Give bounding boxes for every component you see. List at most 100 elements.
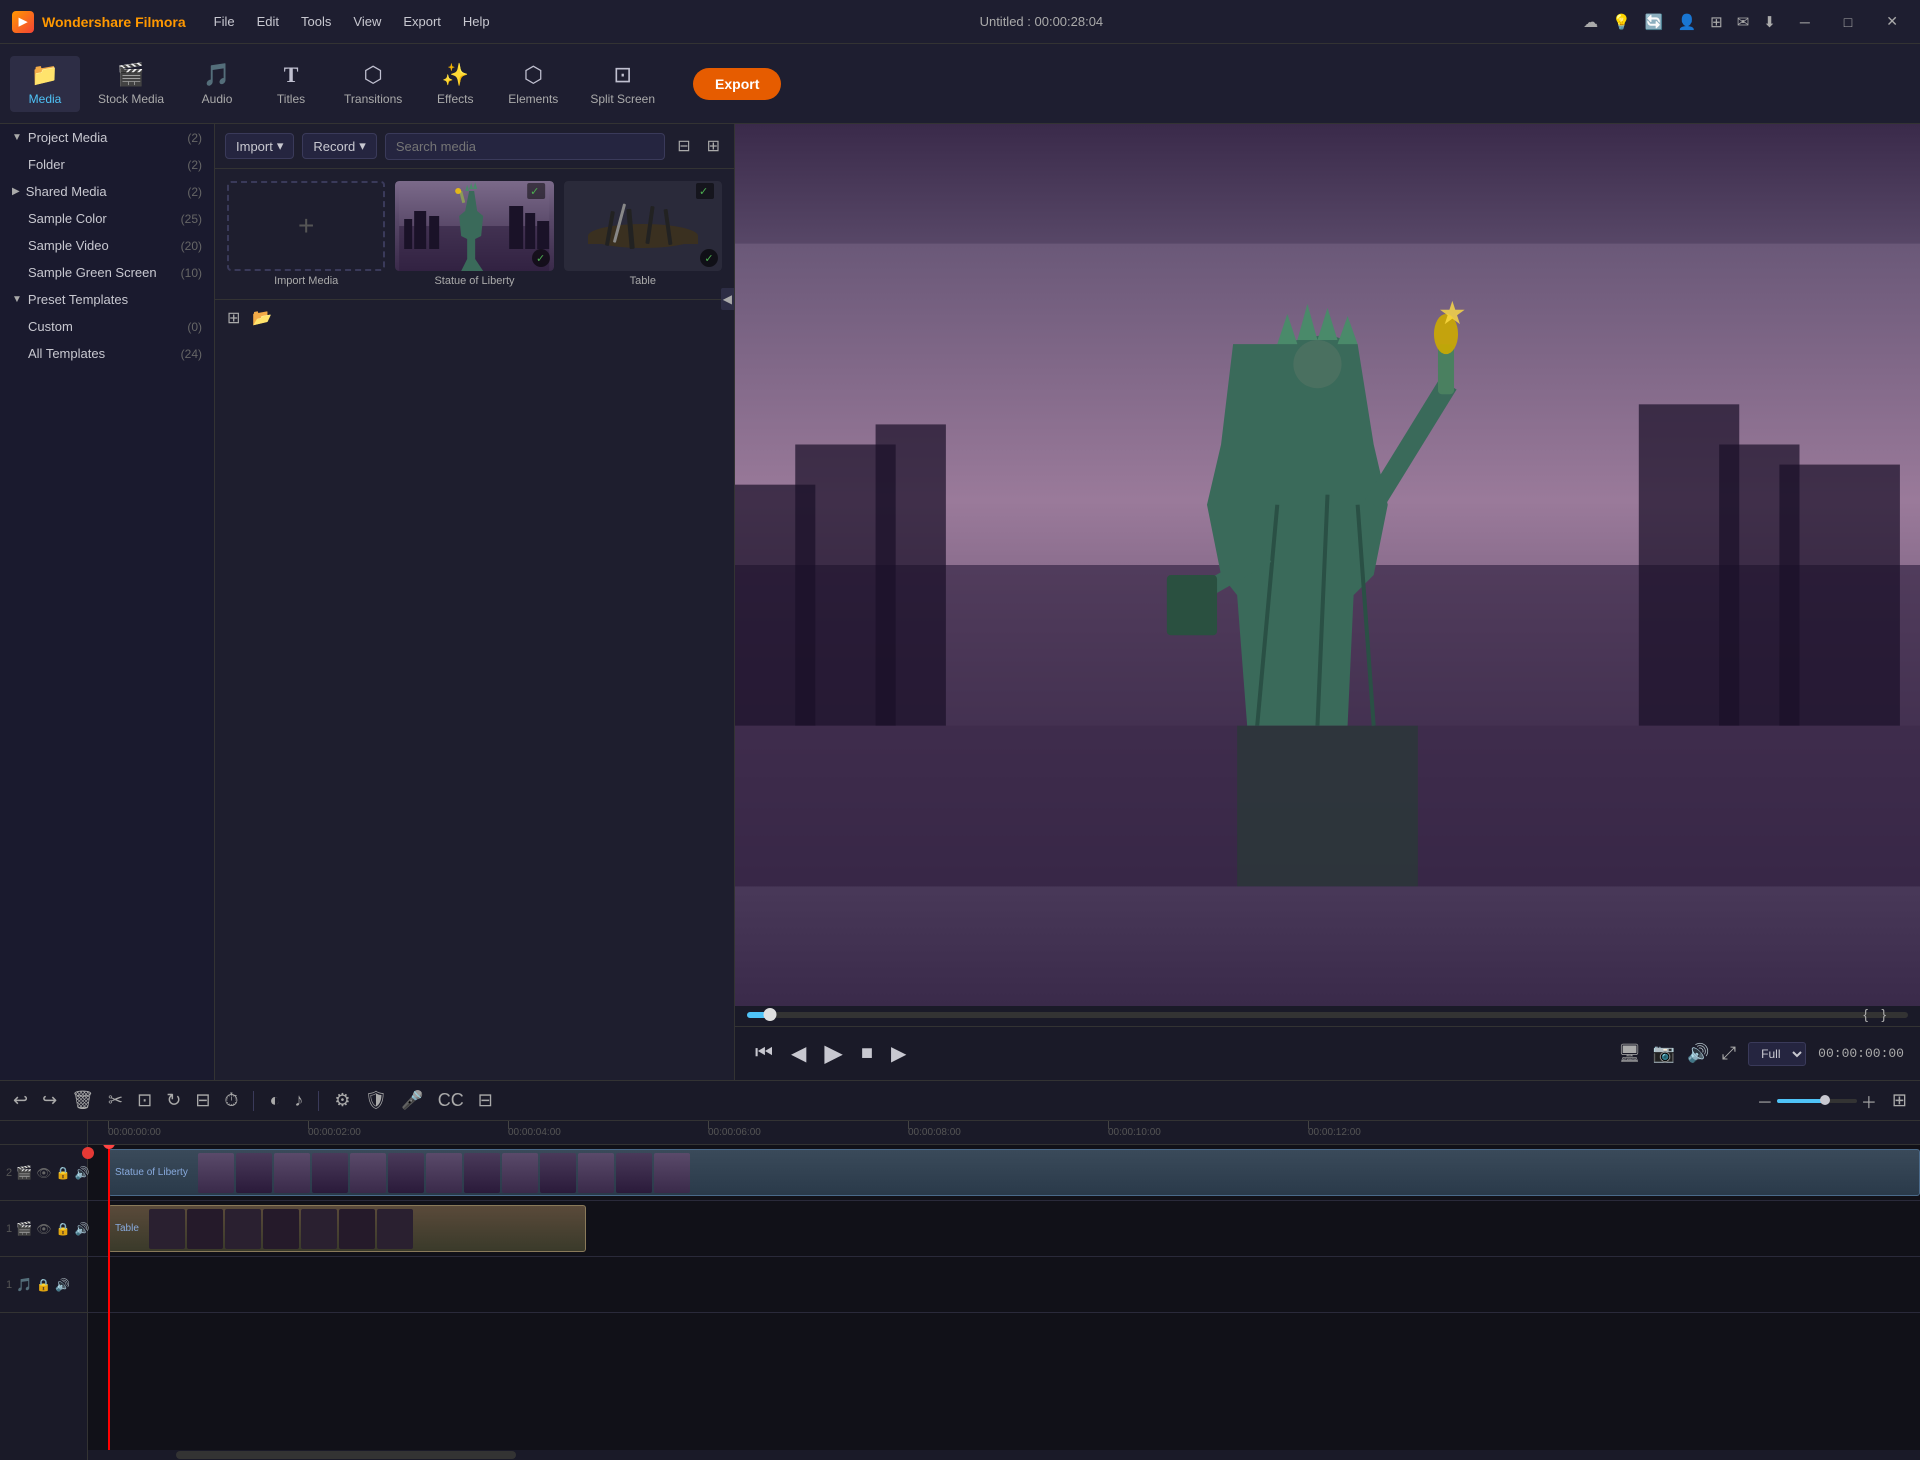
- in-marker-icon[interactable]: {: [1863, 1006, 1868, 1022]
- close-button[interactable]: ✕: [1876, 11, 1908, 32]
- sync-icon[interactable]: 🔄: [1645, 13, 1664, 31]
- step-forward-button[interactable]: ▶: [887, 1037, 910, 1070]
- zoom-out-icon[interactable]: －: [1757, 1089, 1773, 1113]
- tree-custom[interactable]: Custom (0): [0, 313, 214, 340]
- media-panel: Import ▾ Record ▾ ⊟ ⊞ + Import Media: [215, 124, 735, 1080]
- toolbar-transitions[interactable]: ⬡ Transitions: [330, 56, 416, 112]
- zoom-thumb[interactable]: [1820, 1095, 1830, 1105]
- tree-project-media[interactable]: ▼ Project Media (2): [0, 124, 214, 151]
- statue-of-liberty-thumb[interactable]: ✓ ✓: [395, 181, 553, 271]
- video-track-1-icon: 🎬: [16, 1221, 32, 1237]
- filter-icon[interactable]: ⊟: [673, 132, 694, 160]
- lock-track-2-icon[interactable]: 👁: [36, 1166, 51, 1180]
- captions-button[interactable]: CC: [435, 1087, 467, 1114]
- screen-icon[interactable]: 🖥: [1618, 1043, 1641, 1064]
- quality-select[interactable]: Full 1/2 1/4: [1748, 1042, 1806, 1066]
- scroll-thumb[interactable]: [176, 1451, 516, 1459]
- record-dropdown[interactable]: Record ▾: [302, 133, 376, 159]
- export-button[interactable]: Export: [693, 68, 781, 100]
- track-clip-statue[interactable]: Statue of Liberty: [108, 1149, 1920, 1196]
- playhead[interactable]: [108, 1145, 110, 1450]
- menu-help[interactable]: Help: [453, 10, 500, 33]
- minimize-button[interactable]: ─: [1790, 12, 1820, 32]
- stop-button[interactable]: ■: [857, 1038, 877, 1069]
- toolbar-audio[interactable]: 🎵 Audio: [182, 56, 252, 112]
- play-button[interactable]: ▶: [820, 1035, 846, 1072]
- grid-view-icon[interactable]: ⊞: [703, 132, 724, 160]
- scrubber-thumb[interactable]: [764, 1008, 777, 1021]
- import-media-button[interactable]: +: [227, 181, 385, 271]
- search-media-input[interactable]: [385, 133, 665, 160]
- mute-audio-1-icon[interactable]: 🔊: [55, 1278, 70, 1292]
- volume-icon[interactable]: 🔊: [1687, 1043, 1709, 1064]
- menu-view[interactable]: View: [343, 10, 391, 33]
- user-icon[interactable]: 👤: [1677, 13, 1696, 31]
- tree-sample-green-screen[interactable]: Sample Green Screen (10): [0, 259, 214, 286]
- app-name: Wondershare Filmora: [42, 14, 186, 30]
- tree-folder[interactable]: Folder (2): [0, 151, 214, 178]
- download-icon[interactable]: ⬇: [1763, 13, 1776, 31]
- silence-button[interactable]: ⊟: [475, 1087, 496, 1114]
- toolbar-split-screen[interactable]: ⊡ Split Screen: [576, 56, 669, 112]
- track-clip-table[interactable]: Table: [108, 1205, 586, 1252]
- delete-button[interactable]: 🗑: [68, 1087, 97, 1114]
- maximize-button[interactable]: □: [1834, 12, 1862, 32]
- tree-preset-templates[interactable]: ▼ Preset Templates: [0, 286, 214, 313]
- redo-button[interactable]: ↪: [39, 1087, 60, 1114]
- toolbar-effects[interactable]: ✨ Effects: [420, 56, 490, 112]
- scrubber-track[interactable]: { }: [747, 1012, 1908, 1018]
- import-dropdown[interactable]: Import ▾: [225, 133, 294, 159]
- ruler-mark-1: 00:00:02:00: [308, 1121, 361, 1144]
- menu-edit[interactable]: Edit: [247, 10, 289, 33]
- toolbar-stock-media[interactable]: 🎬 Stock Media: [84, 56, 178, 112]
- add-to-timeline-icon[interactable]: ⊞: [227, 308, 240, 328]
- rotate-button[interactable]: ↻: [163, 1087, 184, 1114]
- grid-icon[interactable]: ⊞: [1710, 13, 1723, 31]
- cut-button[interactable]: ✂: [105, 1087, 126, 1114]
- audio-toolbar-icon: 🎵: [203, 62, 230, 88]
- cloud-icon[interactable]: ☁: [1583, 13, 1598, 31]
- collapse-panel-button[interactable]: ◀: [721, 288, 734, 310]
- mail-icon[interactable]: ✉: [1737, 13, 1750, 31]
- toolbar-media[interactable]: 📁 Media: [10, 56, 80, 112]
- menu-tools[interactable]: Tools: [291, 10, 341, 33]
- color-button[interactable]: ◐: [266, 1087, 283, 1114]
- elements-icon: ⬡: [524, 62, 543, 88]
- bulb-icon[interactable]: 💡: [1612, 13, 1631, 31]
- lock-track-1-icon[interactable]: 👁: [36, 1222, 51, 1236]
- zoom-slider[interactable]: [1777, 1099, 1857, 1103]
- crop-button[interactable]: ⊡: [134, 1087, 155, 1114]
- snapshot-icon[interactable]: 📷: [1653, 1043, 1675, 1064]
- frame-9: [502, 1153, 538, 1193]
- stock-media-label: Stock Media: [98, 92, 164, 106]
- tree-sample-video[interactable]: Sample Video (20): [0, 232, 214, 259]
- audio-button[interactable]: ♪: [291, 1087, 306, 1114]
- eye-track-2-icon[interactable]: 🔒: [56, 1166, 71, 1180]
- eye-track-1-icon[interactable]: 🔒: [56, 1222, 71, 1236]
- fit-timeline-button[interactable]: ⊞: [1889, 1087, 1910, 1114]
- zoom-in-icon[interactable]: ＋: [1861, 1089, 1877, 1113]
- tree-shared-media[interactable]: ▶ Shared Media (2): [0, 178, 214, 205]
- fullscreen-icon[interactable]: ⤢: [1722, 1043, 1736, 1064]
- create-folder-icon[interactable]: 📂: [252, 308, 272, 328]
- rewind-button[interactable]: ⏮: [751, 1038, 777, 1069]
- toolbar-elements[interactable]: ⬡ Elements: [494, 56, 572, 112]
- menu-file[interactable]: File: [204, 10, 245, 33]
- settings-button[interactable]: ⚙: [331, 1087, 353, 1114]
- undo-button[interactable]: ↩: [10, 1087, 31, 1114]
- timeline-scrollbar: [88, 1450, 1920, 1460]
- toolbar-titles[interactable]: T Titles: [256, 56, 326, 112]
- speed-button[interactable]: ⏱: [221, 1087, 241, 1114]
- mic-button[interactable]: 🎤: [398, 1087, 426, 1114]
- split-button[interactable]: ⊟: [192, 1087, 213, 1114]
- out-marker-icon[interactable]: }: [1881, 1006, 1886, 1022]
- step-back-button[interactable]: ◀: [787, 1037, 810, 1070]
- frame-6: [388, 1153, 424, 1193]
- lock-audio-1-icon[interactable]: 🔒: [36, 1278, 51, 1292]
- tree-all-templates[interactable]: All Templates (24): [0, 340, 214, 367]
- shield-button[interactable]: 🛡: [361, 1087, 390, 1114]
- tree-sample-color[interactable]: Sample Color (25): [0, 205, 214, 232]
- table-thumb[interactable]: ✓ ✓: [564, 181, 722, 271]
- elements-label: Elements: [508, 92, 558, 106]
- menu-export[interactable]: Export: [393, 10, 451, 33]
